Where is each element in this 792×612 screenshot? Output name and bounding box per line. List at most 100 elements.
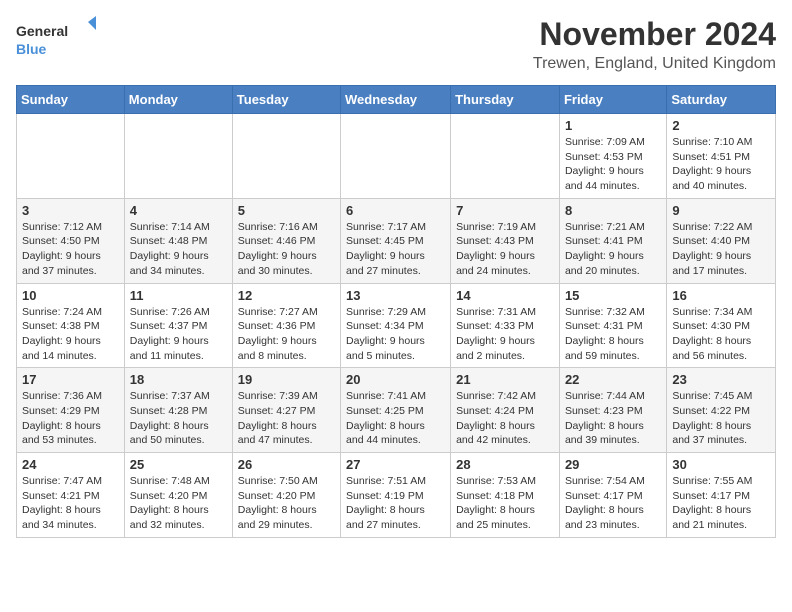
day-number: 10 — [22, 288, 119, 303]
calendar-cell: 23 Sunrise: 7:45 AM Sunset: 4:22 PM Dayli… — [667, 368, 776, 453]
day-info: Sunrise: 7:37 AM Sunset: 4:28 PM Dayligh… — [130, 389, 227, 448]
day-number: 20 — [346, 372, 445, 387]
day-number: 23 — [672, 372, 770, 387]
day-info: Sunrise: 7:21 AM Sunset: 4:41 PM Dayligh… — [565, 220, 661, 279]
calendar-table: Sunday Monday Tuesday Wednesday Thursday… — [16, 85, 776, 538]
day-number: 21 — [456, 372, 554, 387]
calendar-cell: 29Sunrise: 7:54 AM Sunset: 4:17 PM Dayli… — [559, 453, 666, 538]
calendar-cell: 5Sunrise: 7:16 AM Sunset: 4:46 PM Daylig… — [232, 198, 340, 283]
calendar-cell — [451, 114, 560, 199]
day-info: Sunrise: 7:17 AM Sunset: 4:45 PM Dayligh… — [346, 220, 445, 279]
header-saturday: Saturday — [667, 86, 776, 114]
day-info: Sunrise: 7:54 AM Sunset: 4:17 PM Dayligh… — [565, 474, 661, 533]
day-number: 16 — [672, 288, 770, 303]
day-info: Sunrise: 7:19 AM Sunset: 4:43 PM Dayligh… — [456, 220, 554, 279]
calendar-cell: 6 Sunrise: 7:17 AM Sunset: 4:45 PM Daylig… — [341, 198, 451, 283]
calendar-cell: 3 Sunrise: 7:12 AM Sunset: 4:50 PM Daylig… — [17, 198, 125, 283]
day-info: Sunrise: 7:14 AM Sunset: 4:48 PM Dayligh… — [130, 220, 227, 279]
calendar-cell: 9 Sunrise: 7:22 AM Sunset: 4:40 PM Daylig… — [667, 198, 776, 283]
svg-text:General: General — [16, 23, 68, 39]
calendar-cell — [341, 114, 451, 199]
day-info: Sunrise: 7:09 AM Sunset: 4:53 PM Dayligh… — [565, 135, 661, 194]
day-number: 24 — [22, 457, 119, 472]
day-info: Sunrise: 7:34 AM Sunset: 4:30 PM Dayligh… — [672, 305, 770, 364]
calendar-cell: 20 Sunrise: 7:41 AM Sunset: 4:25 PM Dayli… — [341, 368, 451, 453]
day-info: Sunrise: 7:22 AM Sunset: 4:40 PM Dayligh… — [672, 220, 770, 279]
page-header: General Blue November 2024 Trewen, Engla… — [16, 16, 776, 73]
calendar-cell: 15Sunrise: 7:32 AM Sunset: 4:31 PM Dayli… — [559, 283, 666, 368]
day-info: Sunrise: 7:51 AM Sunset: 4:19 PM Dayligh… — [346, 474, 445, 533]
day-number: 27 — [346, 457, 445, 472]
day-info: Sunrise: 7:24 AM Sunset: 4:38 PM Dayligh… — [22, 305, 119, 364]
day-number: 13 — [346, 288, 445, 303]
day-number: 26 — [238, 457, 335, 472]
day-number: 1 — [565, 118, 661, 133]
day-info: Sunrise: 7:53 AM Sunset: 4:18 PM Dayligh… — [456, 474, 554, 533]
calendar-cell: 26 Sunrise: 7:50 AM Sunset: 4:20 PM Dayli… — [232, 453, 340, 538]
day-info: Sunrise: 7:50 AM Sunset: 4:20 PM Dayligh… — [238, 474, 335, 533]
day-number: 25 — [130, 457, 227, 472]
calendar-cell — [124, 114, 232, 199]
day-info: Sunrise: 7:26 AM Sunset: 4:37 PM Dayligh… — [130, 305, 227, 364]
calendar-cell: 28 Sunrise: 7:53 AM Sunset: 4:18 PM Dayli… — [451, 453, 560, 538]
day-number: 2 — [672, 118, 770, 133]
title-section: November 2024 Trewen, England, United Ki… — [533, 16, 776, 73]
day-info: Sunrise: 7:31 AM Sunset: 4:33 PM Dayligh… — [456, 305, 554, 364]
day-number: 3 — [22, 203, 119, 218]
calendar-cell: 16 Sunrise: 7:34 AM Sunset: 4:30 PM Dayli… — [667, 283, 776, 368]
calendar-cell: 27 Sunrise: 7:51 AM Sunset: 4:19 PM Dayli… — [341, 453, 451, 538]
calendar-week-4: 17Sunrise: 7:36 AM Sunset: 4:29 PM Dayli… — [17, 368, 776, 453]
calendar-cell: 4 Sunrise: 7:14 AM Sunset: 4:48 PM Daylig… — [124, 198, 232, 283]
month-title: November 2024 — [533, 16, 776, 53]
day-info: Sunrise: 7:39 AM Sunset: 4:27 PM Dayligh… — [238, 389, 335, 448]
header-sunday: Sunday — [17, 86, 125, 114]
calendar-cell — [17, 114, 125, 199]
day-number: 9 — [672, 203, 770, 218]
calendar-cell: 17Sunrise: 7:36 AM Sunset: 4:29 PM Dayli… — [17, 368, 125, 453]
svg-text:Blue: Blue — [16, 41, 47, 57]
day-info: Sunrise: 7:41 AM Sunset: 4:25 PM Dayligh… — [346, 389, 445, 448]
logo-svg: General Blue — [16, 16, 96, 61]
calendar-cell: 14 Sunrise: 7:31 AM Sunset: 4:33 PM Dayli… — [451, 283, 560, 368]
calendar-cell: 24Sunrise: 7:47 AM Sunset: 4:21 PM Dayli… — [17, 453, 125, 538]
day-number: 15 — [565, 288, 661, 303]
calendar-cell: 22 Sunrise: 7:44 AM Sunset: 4:23 PM Dayli… — [559, 368, 666, 453]
day-number: 12 — [238, 288, 335, 303]
calendar-cell: 18 Sunrise: 7:37 AM Sunset: 4:28 PM Dayli… — [124, 368, 232, 453]
calendar-cell: 8 Sunrise: 7:21 AM Sunset: 4:41 PM Daylig… — [559, 198, 666, 283]
header-row: Sunday Monday Tuesday Wednesday Thursday… — [17, 86, 776, 114]
day-number: 8 — [565, 203, 661, 218]
day-number: 18 — [130, 372, 227, 387]
calendar-cell: 1 Sunrise: 7:09 AM Sunset: 4:53 PM Daylig… — [559, 114, 666, 199]
location-subtitle: Trewen, England, United Kingdom — [533, 55, 776, 73]
calendar-cell: 21 Sunrise: 7:42 AM Sunset: 4:24 PM Dayli… — [451, 368, 560, 453]
calendar-cell: 11 Sunrise: 7:26 AM Sunset: 4:37 PM Dayli… — [124, 283, 232, 368]
day-number: 28 — [456, 457, 554, 472]
calendar-cell — [232, 114, 340, 199]
day-info: Sunrise: 7:44 AM Sunset: 4:23 PM Dayligh… — [565, 389, 661, 448]
day-info: Sunrise: 7:55 AM Sunset: 4:17 PM Dayligh… — [672, 474, 770, 533]
header-thursday: Thursday — [451, 86, 560, 114]
day-number: 11 — [130, 288, 227, 303]
calendar-cell: 2 Sunrise: 7:10 AM Sunset: 4:51 PM Daylig… — [667, 114, 776, 199]
logo: General Blue — [16, 16, 96, 61]
day-info: Sunrise: 7:29 AM Sunset: 4:34 PM Dayligh… — [346, 305, 445, 364]
day-info: Sunrise: 7:45 AM Sunset: 4:22 PM Dayligh… — [672, 389, 770, 448]
day-number: 30 — [672, 457, 770, 472]
day-info: Sunrise: 7:48 AM Sunset: 4:20 PM Dayligh… — [130, 474, 227, 533]
day-number: 17 — [22, 372, 119, 387]
day-number: 5 — [238, 203, 335, 218]
day-number: 6 — [346, 203, 445, 218]
calendar-cell: 25 Sunrise: 7:48 AM Sunset: 4:20 PM Dayli… — [124, 453, 232, 538]
day-number: 22 — [565, 372, 661, 387]
calendar-cell: 19Sunrise: 7:39 AM Sunset: 4:27 PM Dayli… — [232, 368, 340, 453]
calendar-week-2: 3 Sunrise: 7:12 AM Sunset: 4:50 PM Daylig… — [17, 198, 776, 283]
calendar-cell: 12Sunrise: 7:27 AM Sunset: 4:36 PM Dayli… — [232, 283, 340, 368]
calendar-cell: 7Sunrise: 7:19 AM Sunset: 4:43 PM Daylig… — [451, 198, 560, 283]
day-number: 14 — [456, 288, 554, 303]
day-info: Sunrise: 7:10 AM Sunset: 4:51 PM Dayligh… — [672, 135, 770, 194]
day-number: 4 — [130, 203, 227, 218]
calendar-cell: 13 Sunrise: 7:29 AM Sunset: 4:34 PM Dayli… — [341, 283, 451, 368]
day-info: Sunrise: 7:12 AM Sunset: 4:50 PM Dayligh… — [22, 220, 119, 279]
day-info: Sunrise: 7:42 AM Sunset: 4:24 PM Dayligh… — [456, 389, 554, 448]
